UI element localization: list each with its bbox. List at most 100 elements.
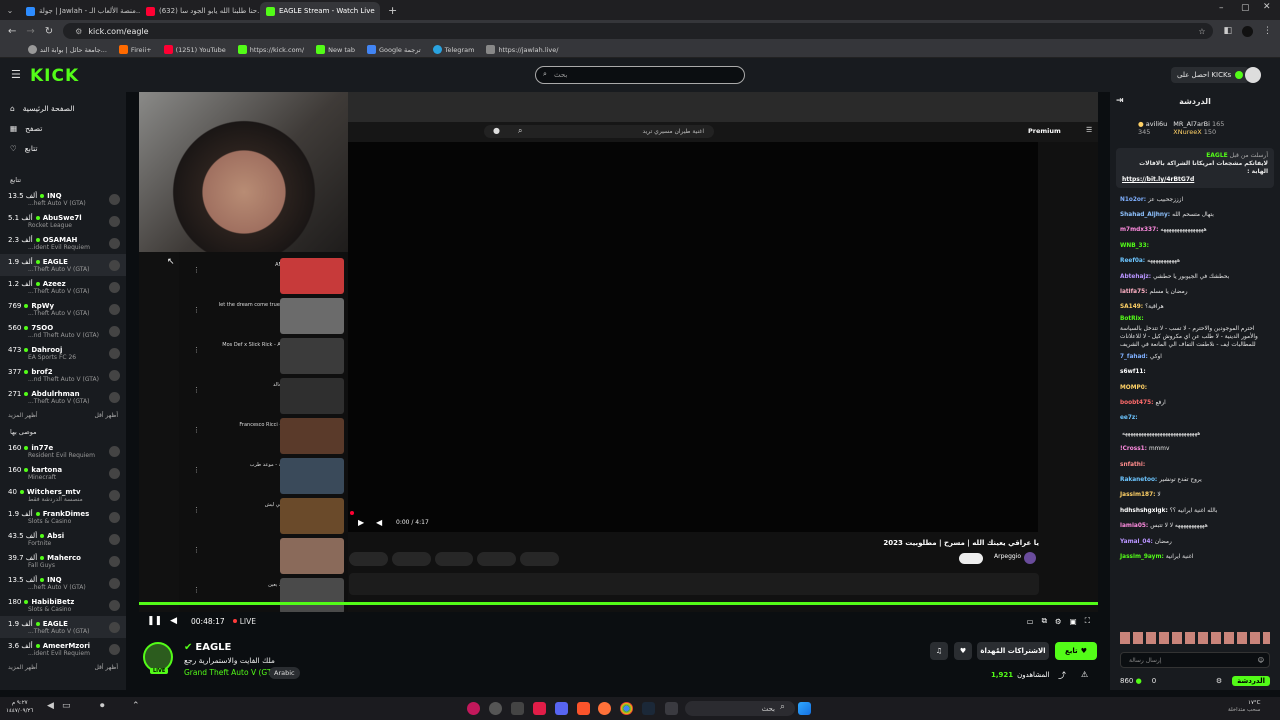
mic-icon[interactable]: ⏺ [100, 701, 105, 711]
collapse-chat-icon[interactable]: ⇥ [1116, 96, 1124, 106]
sidebar-channel-inq[interactable]: 13.5 ألف INQ ...heft Auto V (GTA) [0, 572, 126, 594]
app-icon[interactable] [533, 702, 546, 715]
chat-username[interactable]: !Cross1: [1120, 445, 1147, 453]
tray-overflow-icon[interactable]: ⌃ [132, 701, 140, 711]
bookmark-item[interactable]: Telegram [432, 45, 474, 54]
chat-username[interactable]: Yamal_04: [1120, 538, 1153, 546]
pinned-link[interactable]: https://bit.ly/4rBtG7d [1122, 176, 1268, 184]
sidebar-channel-7soo[interactable]: 560 7SOO ...nd Theft Auto V (GTA) [0, 320, 126, 342]
taskbar-search[interactable]: بحث [685, 701, 795, 716]
sidebar-channel-habibibetz[interactable]: 180 HabibiBetz Slots & Casino [0, 594, 126, 616]
new-tab-icon[interactable]: + [388, 4, 397, 17]
chat-username[interactable]: MOMP0: [1120, 384, 1147, 392]
sidebar-channel-abdulrhman[interactable]: 271 Abdulrhman ...Theft Auto V (GTA) [0, 386, 126, 408]
chat-send-button[interactable]: الدردشة [1232, 676, 1270, 686]
minimize-window-icon[interactable]: – [1219, 3, 1224, 13]
chat-username[interactable]: 7_fahad: [1120, 353, 1148, 361]
chat-username[interactable]: Rakanetoo: [1120, 476, 1157, 484]
sidebar-channel-inq[interactable]: 13.5 ألف INQ ...heft Auto V (GTA) [0, 188, 126, 210]
firefox-icon[interactable] [598, 702, 611, 715]
taskbar-clock[interactable]: ٩:٢٧ م ١٤٤٧/٠٩/٢٦ [6, 699, 33, 715]
follow-button[interactable]: تابع ♥ [1055, 642, 1097, 660]
maximize-window-icon[interactable]: ▢ [1241, 3, 1250, 13]
stream-category[interactable]: Grand Theft Auto V (GTA) [184, 668, 279, 677]
sidebar-channel-ameermzori[interactable]: 3.6 ألف AmeerMzori ...ident Evil Requiem [0, 638, 126, 660]
close-tab-icon[interactable]: × [379, 7, 380, 16]
network-icon[interactable]: ▭ [62, 701, 71, 711]
volume-icon[interactable]: ◀ [170, 616, 177, 626]
show-less-link[interactable]: أظهر أقل [94, 412, 118, 419]
browser-tab-youtube[interactable]: (632) حنا طلبنا الله يابو الجود سا...× [140, 2, 260, 20]
chat-username[interactable]: boobt475: [1120, 399, 1153, 407]
sidebar-channel-witchers-mtv[interactable]: 40 Witchers_mtv منصسة الدردشة فقط [0, 484, 126, 506]
chat-username[interactable]: SA149: [1120, 303, 1143, 311]
chat-username[interactable]: N1o2or: [1120, 196, 1146, 204]
forward-icon[interactable]: → [26, 26, 34, 37]
chat-username[interactable]: Reef0a: [1120, 257, 1145, 265]
fullscreen-icon[interactable]: ⛶ [1085, 616, 1090, 626]
kick-logo[interactable]: KICK [30, 66, 79, 86]
sidebar-channel-abuswe7l[interactable]: 5.1 ألف AbuSwe7l Rocket League [0, 210, 126, 232]
bookmark-item[interactable]: New tab [316, 45, 355, 54]
pip-icon[interactable]: ▣ [1070, 617, 1077, 626]
chat-username[interactable]: ee7z: [1120, 414, 1138, 422]
site-info-icon[interactable]: ⚙ [75, 27, 82, 36]
weather-widget[interactable]: ١٧°C سحب متداخلة [1228, 700, 1261, 714]
video-player[interactable]: Premium ☰ اغنية طيران مسيري تريد ⌕ ● ▶ ◀… [139, 92, 1098, 614]
emoji-icon[interactable]: ☺ [1258, 657, 1264, 664]
chat-settings-icon[interactable]: ⚙ [1216, 677, 1222, 685]
browser-tab-jawlah[interactable]: جولة | Jawlah - منصة الألعاب الـ...× [20, 2, 140, 20]
search-input[interactable]: ⌕ بحث [535, 66, 745, 84]
sidebar-channel-eagle[interactable]: 1.9 ألف EAGLE ...Theft Auto V (GTA) [0, 254, 126, 276]
sidebar-channel-eagle[interactable]: 1.9 ألف EAGLE ...Theft Auto V (GTA) [0, 616, 126, 638]
discord-icon[interactable] [555, 702, 568, 715]
sidebar-channel-absi[interactable]: 43.5 ألف Absi Fortnite [0, 528, 126, 550]
task-view-icon[interactable] [665, 702, 678, 715]
bookmark-item[interactable]: (1251) YouTube [163, 45, 226, 54]
get-kicks-button[interactable]: احصل على KICKs [1171, 67, 1250, 83]
pinned-message[interactable]: أرسلت من قبل EAGLE لايفاتكم مشجعات امريك… [1116, 148, 1274, 188]
chat-username[interactable]: latifa75: [1120, 288, 1147, 296]
show-more-link[interactable]: أظهر المزيد [8, 412, 38, 419]
gift-subs-button[interactable]: الاشتراكات المُهداة [977, 642, 1049, 660]
close-window-icon[interactable]: ✕ [1263, 2, 1271, 12]
bookmark-item[interactable]: جامعة حائل | بوابة الند... [28, 45, 107, 54]
chat-username[interactable]: Jassim_9aym: [1120, 553, 1164, 561]
share-icon[interactable]: ⤴ [1058, 670, 1066, 681]
sidebar-channel-kartona[interactable]: 160 kartona Minecraft [0, 462, 126, 484]
theater-mode-icon[interactable]: ▭ [1026, 617, 1033, 626]
browser-menu-icon[interactable]: ⋮ [1263, 26, 1272, 36]
sidebar-channel-dahrooj[interactable]: 473 Dahrooj EA Sports FC 26 [0, 342, 126, 364]
chat-input[interactable]: إرسال رسالة ☺ [1120, 652, 1270, 668]
clip-icon[interactable]: ⧉ [1042, 616, 1047, 626]
sidebar-nav-browse[interactable]: ▦ تصفح [0, 118, 126, 138]
settings-icon[interactable]: ⚙ [1055, 617, 1062, 626]
heart-button[interactable]: ♥ [954, 642, 972, 660]
hamburger-menu-icon[interactable]: ☰ [11, 68, 21, 81]
sidebar-channel-azeez[interactable]: 1.2 ألف Azeez ...Theft Auto V (GTA) [0, 276, 126, 298]
bookmark-item[interactable]: Google ترجمة [366, 45, 421, 54]
sidebar-nav-home[interactable]: ⌂ الصفحة الرئيسية [0, 98, 126, 118]
bookmark-item[interactable]: Fireii+ [118, 45, 152, 54]
sidebar-channel-in77e[interactable]: 160 in77e Resident Evil Requiem [0, 440, 126, 462]
sidebar-channel-osamah[interactable]: 2.3 ألف OSAMAH ...ident Evil Requiem [0, 232, 126, 254]
show-more-link[interactable]: أظهر المزيد [8, 664, 38, 671]
streamer-name[interactable]: ✔ EAGLE [184, 642, 231, 653]
bookmark-item[interactable]: https://jawlah.live/ [486, 45, 558, 54]
show-less-link[interactable]: أظهر أقل [94, 664, 118, 671]
stream-progress-bar[interactable] [139, 602, 1098, 605]
music-app-icon[interactable] [467, 702, 480, 715]
brave-icon[interactable] [577, 702, 590, 715]
bookmark-item[interactable]: https://kick.com/ [237, 45, 304, 54]
chat-username[interactable]: hdhshshgxigk: [1120, 507, 1168, 515]
chat-username[interactable]: lamia05: [1120, 522, 1148, 530]
extensions-icon[interactable]: ◧ [1223, 26, 1232, 36]
calculator-icon[interactable] [511, 702, 524, 715]
windows-start-icon[interactable] [798, 702, 811, 715]
reload-icon[interactable]: ↻ [45, 26, 53, 37]
browser-tab-kick[interactable]: EAGLE Stream - Watch Live× [260, 2, 380, 20]
chat-username[interactable]: s6wf11: [1120, 368, 1146, 376]
pause-icon[interactable]: ❚❚ [147, 616, 162, 626]
volume-icon[interactable]: ◀ [47, 701, 54, 711]
user-avatar[interactable] [1245, 67, 1261, 83]
